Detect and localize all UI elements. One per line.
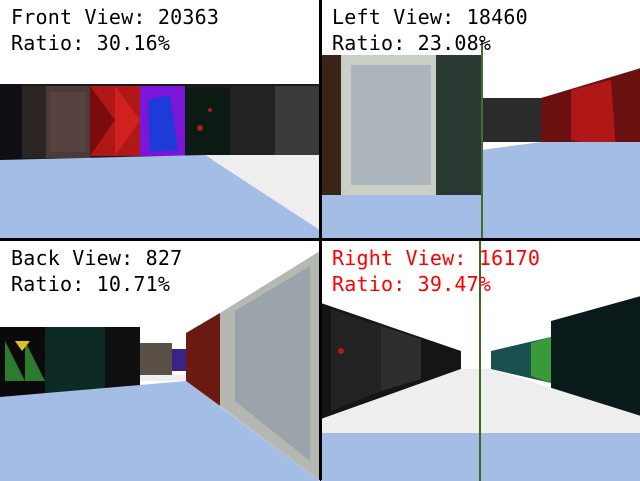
back-view-ratio: Ratio: 10.71% [11,272,171,296]
front-view-title: Front View: 20363 [11,5,220,29]
horizontal-divider [0,238,640,241]
right-view-ratio: Ratio: 39.47% [332,272,492,296]
back-view-panel: Back View: 827 Ratio: 10.71% [0,241,320,481]
left-view-ratio: Ratio: 23.08% [332,31,492,55]
back-view-title: Back View: 827 [11,246,183,270]
left-view-title: Left View: 18460 [332,5,528,29]
left-view-panel: Left View: 18460 Ratio: 23.08% [321,0,640,240]
front-view-panel: Front View: 20363 Ratio: 30.16% [0,0,320,240]
front-view-ratio: Ratio: 30.16% [11,31,171,55]
right-view-panel: Right View: 16170 Ratio: 39.47% [321,241,640,481]
right-view-title: Right View: 16170 [332,246,541,270]
